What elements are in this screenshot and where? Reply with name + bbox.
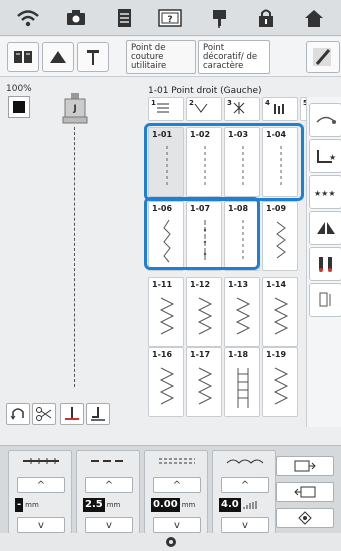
needle-stop-down-icon[interactable] [60, 403, 84, 425]
stitch-cell[interactable]: 1-13 [224, 277, 260, 347]
stitch-pattern-icon [235, 297, 251, 335]
pressure-decrease-button[interactable]: v [221, 517, 269, 533]
memory-recall-button[interactable] [276, 482, 334, 502]
sewing-machine-screen: ? Point de couture utilitaire Point déco… [0, 0, 341, 551]
stitch-cell[interactable]: 1-17 [186, 347, 222, 417]
highlight-row-2 [144, 197, 260, 270]
stitch-cell-top[interactable]: 1 [148, 97, 184, 121]
stitch-tension-pattern-icon [159, 458, 195, 464]
reverse-stitch-icon[interactable] [6, 403, 30, 425]
tension-value: 0.00 mm [151, 498, 196, 512]
presser-foot-icon: J [62, 93, 88, 124]
stitch-code: 1-19 [266, 350, 287, 359]
side-toolbar: ★ ★★★ [306, 97, 341, 427]
top-toolbar: ? [0, 0, 341, 36]
home-icon[interactable] [288, 4, 340, 32]
width-value: - mm [15, 498, 39, 512]
stitch-preview-line [74, 127, 75, 387]
zoom-level: 100% [6, 84, 32, 94]
width-increase-button[interactable]: ^ [17, 477, 65, 493]
stitch-code: 1-18 [228, 350, 249, 359]
stitch-pattern-icon [197, 367, 213, 405]
stitch-cell[interactable]: 1-14 [262, 277, 298, 347]
pressure-value: 4.0 [219, 497, 271, 513]
svg-text:★★★: ★★★ [314, 189, 336, 198]
stitch-length-pattern-icon [91, 460, 123, 462]
stitch-pattern-icon [159, 297, 175, 335]
highlight-row-1 [144, 123, 304, 201]
reset-settings-button[interactable] [276, 508, 334, 528]
stitch-pattern-icon [273, 297, 289, 335]
favorites-icon[interactable]: ★★★ [309, 175, 341, 209]
stitch-cell[interactable]: 1-12 [186, 277, 222, 347]
camera-icon[interactable] [50, 4, 102, 32]
document-icon[interactable] [98, 4, 150, 32]
stitch-code: 1-11 [152, 280, 173, 289]
length-decrease-button[interactable]: v [85, 517, 133, 533]
length-increase-button[interactable]: ^ [85, 477, 133, 493]
selected-stitch-name: 1-01 Point droit (Gauche) [148, 86, 262, 96]
mirror-icon[interactable] [309, 211, 341, 245]
needle-position-icon[interactable] [309, 283, 341, 317]
lock-icon[interactable] [240, 4, 292, 32]
edit-icon[interactable] [306, 41, 340, 73]
thread-color-swatch [13, 101, 25, 113]
svg-text:★: ★ [329, 153, 336, 162]
pressure-level-icon [243, 501, 257, 509]
needle-icon[interactable] [77, 42, 109, 72]
stitch-cell[interactable]: 1-09 [262, 201, 298, 271]
stitch-pattern-icon [273, 367, 289, 405]
stitch-code: 1-16 [152, 350, 173, 359]
stitch-cell[interactable]: 1-16 [148, 347, 184, 417]
svg-text:J: J [72, 104, 76, 114]
stitch-cell[interactable]: 1-11 [148, 277, 184, 347]
setting-length: ^ 2.5 mm v [76, 450, 140, 534]
stitch-cell-top[interactable]: 3 [224, 97, 260, 121]
stitch-pressure-pattern-icon [226, 459, 264, 464]
book-icon[interactable] [7, 42, 39, 72]
stitch-pattern-icon [197, 297, 213, 335]
tab-utility-stitch[interactable]: Point de couture utilitaire [126, 40, 196, 74]
stitch-code: 1-14 [266, 280, 287, 289]
twin-needle-icon[interactable] [309, 247, 341, 281]
scissors-icon[interactable] [32, 403, 56, 425]
bottom-status-bar [0, 533, 341, 551]
stitch-code: 1-09 [266, 204, 287, 213]
memory-save-button[interactable] [276, 456, 334, 476]
tension-decrease-button[interactable]: v [153, 517, 201, 533]
setting-width: ^ - mm v [8, 450, 72, 534]
settings-gear-icon[interactable] [164, 535, 178, 549]
tab-utility-label: Point de couture utilitaire [131, 43, 167, 71]
stitch-pattern-icon [276, 221, 286, 259]
needle-threading-icon[interactable] [193, 4, 245, 32]
stitch-cell[interactable]: 1-19 [262, 347, 298, 417]
stitch-code: 1-17 [190, 350, 211, 359]
setting-pressure: ^ 4.0 v [212, 450, 276, 534]
tab-decorative-label: Point décoratif/ de caractère [203, 43, 258, 71]
presser-foot-lift-icon[interactable] [86, 403, 110, 425]
tab-decorative-stitch[interactable]: Point décoratif/ de caractère [198, 40, 270, 74]
stitch-code: 1-12 [190, 280, 211, 289]
stitch-pattern-icon [159, 367, 175, 405]
stitch-code: 1-13 [228, 280, 249, 289]
pressure-increase-button[interactable]: ^ [221, 477, 269, 493]
triangle-icon[interactable] [42, 42, 74, 72]
stitch-pattern-icon [237, 368, 249, 408]
wifi-icon[interactable] [2, 4, 54, 32]
thread-cutter-icon[interactable] [309, 103, 341, 137]
thread-color-box[interactable] [8, 96, 30, 118]
memory-icon[interactable]: ★ [309, 139, 341, 173]
stitch-cell[interactable]: 1-18 [224, 347, 260, 417]
width-decrease-button[interactable]: v [17, 517, 65, 533]
setting-tension: ^ 0.00 mm v [144, 450, 208, 534]
help-icon[interactable]: ? [144, 4, 196, 32]
settings-panel: ^ - mm v ^ 2.5 mm v ^ 0.00 mm v ^ 4.0 v [0, 445, 341, 545]
stitch-width-pattern-icon [23, 458, 59, 464]
tension-increase-button[interactable]: ^ [153, 477, 201, 493]
length-value: 2.5 mm [83, 498, 121, 512]
mode-row: Point de couture utilitaire Point décora… [0, 37, 341, 77]
stitch-cell-top[interactable]: 2 [186, 97, 222, 121]
stitch-cell-top[interactable]: 4 [262, 97, 298, 121]
svg-text:?: ? [167, 15, 172, 25]
